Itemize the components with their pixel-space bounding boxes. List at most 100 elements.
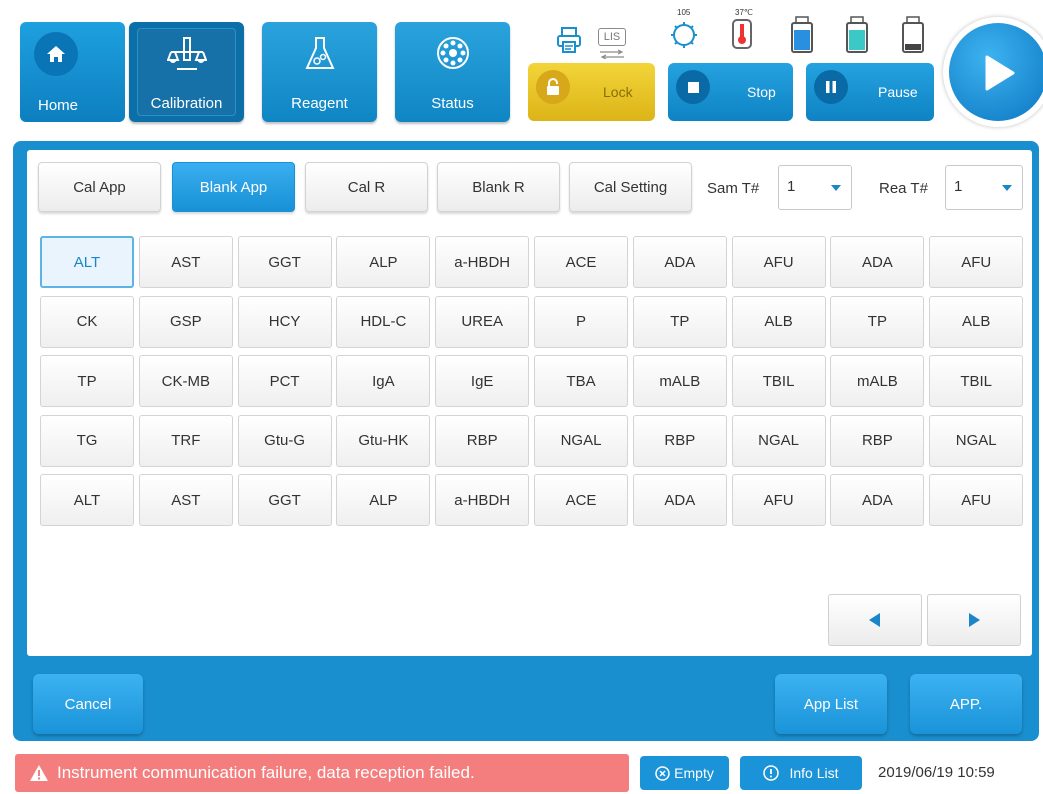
pause-button[interactable]: Pause <box>806 63 934 121</box>
sam-tray-label: Sam T# <box>707 180 760 197</box>
empty-label: Empty <box>674 765 714 781</box>
tab-cal-r[interactable]: Cal R <box>305 162 428 212</box>
test-item-button[interactable]: ALP <box>336 236 431 288</box>
test-item-button[interactable]: ADA <box>830 474 925 526</box>
pause-icon <box>814 70 848 104</box>
test-item-button[interactable]: TBIL <box>929 355 1024 407</box>
test-item-button[interactable]: mALB <box>632 355 727 407</box>
tab-blank-app[interactable]: Blank App <box>172 162 295 212</box>
printer-icon[interactable] <box>556 26 582 59</box>
test-item-button[interactable]: GGT <box>237 236 332 288</box>
arrow-left-icon <box>869 613 880 627</box>
test-item-button[interactable]: AFU <box>731 236 826 288</box>
test-item-button[interactable]: ACE <box>534 236 628 288</box>
test-item-button[interactable]: TP <box>632 295 727 348</box>
test-item-button[interactable]: NGAL <box>534 414 628 467</box>
tab-cal-app[interactable]: Cal App <box>38 162 161 212</box>
test-item-button[interactable]: ADA <box>632 474 727 526</box>
temperature-reading-1: 105 <box>677 8 691 17</box>
test-item-button[interactable]: CK-MB <box>138 355 233 407</box>
prev-page-button[interactable] <box>828 594 922 646</box>
lis-connection-icon[interactable]: LIS <box>598 28 626 64</box>
test-item-button[interactable]: CK <box>40 295 134 348</box>
alert-banner[interactable]: Instrument communication failure, data r… <box>15 754 629 792</box>
test-item-button[interactable]: TBA <box>534 355 628 407</box>
test-item-button[interactable]: TBIL <box>731 355 826 407</box>
test-item-button[interactable]: ALB <box>929 295 1024 348</box>
test-item-button[interactable]: GGT <box>237 474 332 526</box>
test-item-button[interactable]: ALP <box>336 474 431 526</box>
test-item-button[interactable]: Gtu-HK <box>336 414 431 467</box>
app-list-button[interactable]: App List <box>775 674 887 734</box>
home-button[interactable]: Home <box>20 22 125 122</box>
test-item-button[interactable]: P <box>534 295 628 348</box>
test-item-button[interactable]: RBP <box>632 414 727 467</box>
lock-label: Lock <box>603 84 633 100</box>
sam-tray-value: 1 <box>787 178 796 195</box>
info-icon <box>763 765 780 781</box>
test-item-button[interactable]: GSP <box>138 295 233 348</box>
nav-status-button[interactable]: Status <box>395 22 510 122</box>
play-icon <box>985 55 1015 91</box>
app-button[interactable]: APP. <box>910 674 1022 734</box>
start-run-button[interactable] <box>943 15 1043 133</box>
test-item-button[interactable]: NGAL <box>731 414 826 467</box>
chevron-down-icon <box>1002 185 1012 191</box>
test-item-button[interactable]: Gtu-G <box>237 414 332 467</box>
test-item-button[interactable]: TP <box>830 295 925 348</box>
test-item-button[interactable]: RBP <box>830 414 925 467</box>
nav-calibration-button[interactable]: Calibration <box>129 22 244 122</box>
rea-tray-select[interactable]: 1 <box>945 165 1023 210</box>
test-item-button[interactable]: AFU <box>929 474 1024 526</box>
stop-label: Stop <box>747 84 776 100</box>
sam-tray-select[interactable]: 1 <box>778 165 852 210</box>
datetime-display: 2019/06/19 10:59 <box>878 764 995 781</box>
cancel-button[interactable]: Cancel <box>33 674 143 734</box>
test-item-button[interactable]: IgE <box>435 355 530 407</box>
pause-label: Pause <box>878 84 918 100</box>
test-item-button[interactable]: UREA <box>435 295 530 348</box>
arrow-right-icon <box>969 613 980 627</box>
test-item-button[interactable]: ALT <box>40 474 134 526</box>
test-item-button[interactable]: HCY <box>237 295 332 348</box>
test-item-button[interactable]: ADA <box>830 236 925 288</box>
test-item-button[interactable]: ACE <box>534 474 628 526</box>
test-item-button[interactable]: ALB <box>731 295 826 348</box>
test-item-button[interactable]: AFU <box>731 474 826 526</box>
chevron-down-icon <box>831 185 841 191</box>
warning-icon <box>30 765 48 781</box>
test-item-button[interactable]: NGAL <box>929 414 1024 467</box>
next-page-button[interactable] <box>927 594 1021 646</box>
close-circle-icon <box>655 765 670 781</box>
home-icon <box>34 32 78 76</box>
test-item-button[interactable]: HDL-C <box>336 295 431 348</box>
test-item-button[interactable]: ADA <box>632 236 727 288</box>
test-item-button[interactable]: TP <box>40 355 134 407</box>
test-item-button[interactable]: a-HBDH <box>435 474 530 526</box>
info-list-button[interactable]: Info List <box>740 756 862 790</box>
test-item-button[interactable]: PCT <box>237 355 332 407</box>
stop-button[interactable]: Stop <box>668 63 793 121</box>
test-item-button[interactable]: a-HBDH <box>435 236 530 288</box>
bottle-level-icon-1 <box>790 16 814 59</box>
test-item-button[interactable]: AST <box>138 474 233 526</box>
test-item-button[interactable]: ALT <box>40 236 134 288</box>
lock-button[interactable]: Lock <box>528 63 655 121</box>
test-item-button[interactable]: AST <box>138 236 233 288</box>
empty-button[interactable]: Empty <box>640 756 729 790</box>
alert-message: Instrument communication failure, data r… <box>57 763 475 782</box>
test-item-button[interactable]: RBP <box>435 414 530 467</box>
test-item-button[interactable]: AFU <box>929 236 1024 288</box>
tab-cal-setting[interactable]: Cal Setting <box>569 162 692 212</box>
rea-tray-value: 1 <box>954 178 963 195</box>
nav-reagent-button[interactable]: Reagent <box>262 22 377 122</box>
test-item-button[interactable]: TG <box>40 414 134 467</box>
test-item-button[interactable]: IgA <box>336 355 431 407</box>
test-item-button[interactable]: mALB <box>830 355 925 407</box>
tab-blank-r[interactable]: Blank R <box>437 162 560 212</box>
test-item-button[interactable]: TRF <box>138 414 233 467</box>
rea-tray-label: Rea T# <box>879 180 928 197</box>
bottle-level-icon-2 <box>845 16 869 59</box>
balance-scale-icon <box>166 36 207 77</box>
lis-label: LIS <box>598 28 626 46</box>
